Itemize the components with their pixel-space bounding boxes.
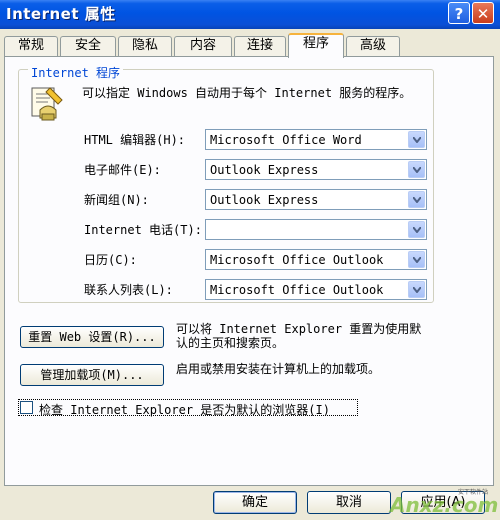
chevron-down-icon[interactable]	[408, 191, 425, 208]
programs-description: 可以指定 Windows 自动用于每个 Internet 服务的程序。	[82, 86, 412, 100]
window-title: Internet 属性	[6, 5, 116, 23]
manage-addons-button[interactable]: 管理加载项(M)...	[20, 364, 164, 386]
newsgroups-label: 新闻组(N):	[84, 193, 149, 207]
email-select[interactable]: Outlook Express	[205, 159, 427, 180]
calendar-select[interactable]: Microsoft Office Outlook	[205, 249, 427, 270]
tab-security[interactable]: 安全	[60, 36, 116, 56]
close-icon: ✕	[476, 5, 490, 23]
tab-content[interactable]: 内容	[174, 36, 232, 56]
html-editor-select[interactable]: Microsoft Office Word	[205, 129, 427, 150]
internet-call-select[interactable]	[205, 219, 427, 240]
watermark-logo: Anxz.com 安下软件站	[388, 488, 498, 517]
newsgroups-value: Outlook Express	[210, 193, 319, 207]
watermark-text: Anxz.com	[388, 493, 498, 517]
chevron-down-icon[interactable]	[408, 281, 425, 298]
chevron-down-icon[interactable]	[408, 161, 425, 178]
reset-web-settings-button[interactable]: 重置 Web 设置(R)...	[20, 326, 164, 348]
contacts-value: Microsoft Office Outlook	[210, 283, 384, 297]
default-browser-label[interactable]: 检查 Internet Explorer 是否为默认的浏览器(I)	[39, 401, 330, 418]
help-icon: ?	[454, 5, 464, 23]
watermark-small: 安下软件站	[458, 488, 488, 496]
tab-advanced[interactable]: 高级	[346, 36, 400, 56]
title-bar[interactable]: Internet 属性 ? ✕	[0, 0, 500, 29]
addons-text: 启用或禁用安装在计算机上的加载项。	[176, 362, 381, 376]
reset-text-line1: 可以将 Internet Explorer 重置为使用默	[176, 322, 422, 336]
tab-programs[interactable]: 程序	[288, 33, 344, 58]
tab-connections[interactable]: 连接	[234, 36, 286, 56]
contacts-label: 联系人列表(L):	[84, 283, 173, 297]
close-button[interactable]: ✕	[472, 2, 494, 24]
tab-general[interactable]: 常规	[4, 36, 58, 56]
contacts-select[interactable]: Microsoft Office Outlook	[205, 279, 427, 300]
internet-call-label: Internet 电话(T):	[84, 223, 202, 237]
newsgroups-select[interactable]: Outlook Express	[205, 189, 427, 210]
group-title: Internet 程序	[28, 64, 124, 81]
email-value: Outlook Express	[210, 163, 319, 177]
chevron-down-icon[interactable]	[408, 221, 425, 238]
chevron-down-icon[interactable]	[408, 131, 425, 148]
default-browser-checkbox[interactable]	[20, 401, 33, 414]
help-button[interactable]: ?	[448, 2, 470, 24]
calendar-label: 日历(C):	[84, 253, 137, 267]
ok-button[interactable]: 确定	[213, 491, 297, 514]
chevron-down-icon[interactable]	[408, 251, 425, 268]
program-settings-icon	[31, 87, 63, 121]
tab-privacy[interactable]: 隐私	[118, 36, 172, 56]
reset-text-line2: 认的主页和搜索页。	[176, 336, 285, 350]
html-editor-label: HTML 编辑器(H):	[84, 133, 186, 147]
cancel-button[interactable]: 取消	[307, 491, 391, 514]
email-label: 电子邮件(E):	[84, 163, 161, 177]
tab-strip: 常规 安全 隐私 内容 连接 程序 高级	[4, 33, 496, 58]
calendar-value: Microsoft Office Outlook	[210, 253, 384, 267]
html-editor-value: Microsoft Office Word	[210, 133, 362, 147]
